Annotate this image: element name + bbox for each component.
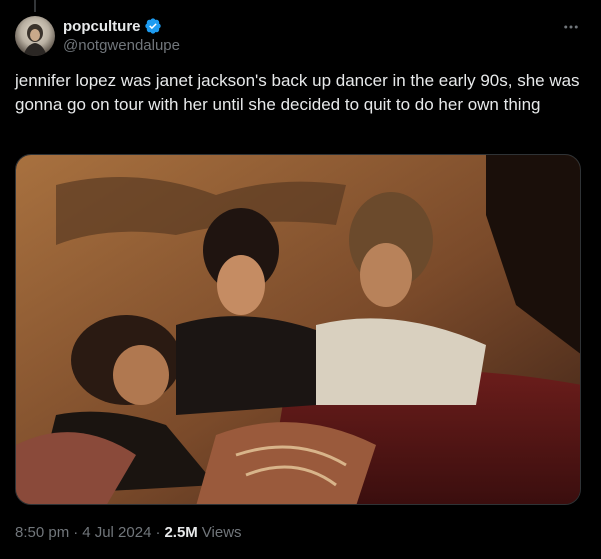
tweet-header: popculture @notgwendalupe: [15, 14, 586, 58]
views-label: Views: [201, 524, 242, 541]
display-name[interactable]: popculture: [63, 18, 141, 35]
tweet-photo[interactable]: [15, 154, 581, 505]
more-dots-icon: [564, 25, 578, 29]
thread-connector-line: [34, 0, 36, 12]
author-handle[interactable]: @notgwendalupe: [63, 37, 180, 54]
author-names: popculture @notgwendalupe: [63, 16, 180, 55]
tweet-time[interactable]: 8:50 pm: [15, 524, 69, 541]
photo-icon: [16, 155, 580, 504]
more-options-button[interactable]: [556, 14, 586, 40]
avatar[interactable]: [15, 16, 55, 56]
tweet-meta: 8:50 pm · 4 Jul 2024 · 2.5M Views: [15, 524, 242, 541]
separator: ·: [155, 524, 161, 541]
display-name-row: popculture: [63, 16, 180, 36]
views-count[interactable]: 2.5M: [164, 524, 197, 541]
tweet-text: jennifer lopez was janet jackson's back …: [15, 71, 580, 114]
tweet-date[interactable]: 4 Jul 2024: [82, 524, 151, 541]
verified-badge-icon[interactable]: [144, 17, 162, 35]
separator: ·: [73, 524, 79, 541]
